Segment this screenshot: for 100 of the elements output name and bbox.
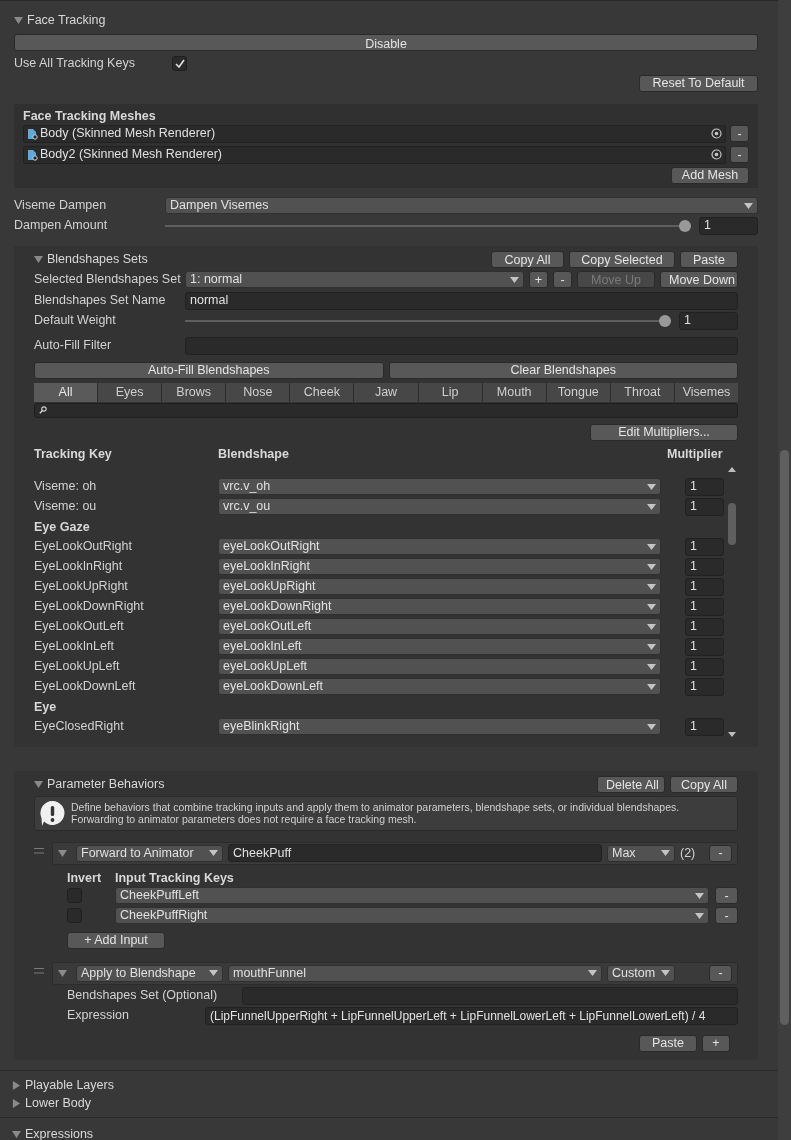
remove-button[interactable]: - xyxy=(709,964,732,982)
action-button[interactable]: Auto-Fill Blendshapes xyxy=(34,361,384,379)
toolbar-button[interactable]: Copy All xyxy=(670,776,738,794)
collapse-triangle-icon[interactable] xyxy=(12,1129,21,1139)
toolbar-button[interactable]: Delete All xyxy=(597,776,665,794)
object-field[interactable]: Body (Skinned Mesh Renderer) xyxy=(23,124,726,143)
mode-dropdown[interactable]: Apply to Blendshape xyxy=(76,964,223,982)
drag-handle-icon[interactable] xyxy=(34,847,44,854)
filter-tab[interactable]: Nose xyxy=(226,382,290,402)
slider-thumb[interactable] xyxy=(679,219,691,232)
tracking-key-dropdown[interactable]: CheekPuffRight xyxy=(115,907,709,925)
disable-button[interactable]: Disable xyxy=(14,33,758,51)
blendshape-dropdown[interactable]: vrc.v_oh xyxy=(218,478,661,496)
section-title[interactable]: Playable Layers xyxy=(25,1075,114,1095)
filter-tab[interactable]: All xyxy=(34,382,98,402)
collapse-triangle-icon[interactable] xyxy=(34,255,43,265)
blendshape-dropdown[interactable]: eyeLookInRight xyxy=(218,558,661,576)
filter-tab[interactable]: Eyes xyxy=(98,382,162,402)
dropdown[interactable]: 1: normal xyxy=(185,271,524,289)
blendshape-dropdown[interactable]: eyeLookUpRight xyxy=(218,578,661,596)
set-button[interactable]: Move Down xyxy=(660,271,738,289)
filter-tab[interactable]: Lip xyxy=(418,382,482,402)
scrollbar[interactable] xyxy=(778,0,791,1140)
collapse-triangle-icon[interactable] xyxy=(58,968,67,978)
multiplier-field[interactable]: 1 xyxy=(685,537,724,556)
multiplier-field[interactable]: 1 xyxy=(685,657,724,676)
tracking-key-dropdown[interactable]: CheekPuffLeft xyxy=(115,887,709,905)
multiplier-field[interactable]: 1 xyxy=(685,717,724,736)
object-field[interactable]: Body2 (Skinned Mesh Renderer) xyxy=(23,145,726,164)
expand-triangle-icon[interactable] xyxy=(12,1098,21,1108)
checkbox[interactable] xyxy=(172,56,187,72)
section-title[interactable]: Parameter Behaviors xyxy=(47,775,165,795)
parameter-field[interactable]: CheekPuff xyxy=(228,844,602,863)
blendshape-dropdown[interactable]: mouthFunnel xyxy=(228,964,602,982)
input-field[interactable]: normal xyxy=(185,291,738,310)
filter-tab[interactable]: Mouth xyxy=(482,382,546,402)
filter-tab[interactable]: Visemes xyxy=(674,382,739,402)
remove-button[interactable]: - xyxy=(730,125,749,143)
remove-button[interactable]: - xyxy=(730,146,749,164)
blendshape-dropdown[interactable]: eyeLookOutRight xyxy=(218,538,661,556)
blendshape-dropdown[interactable]: eyeLookUpLeft xyxy=(218,658,661,676)
combine-dropdown[interactable]: Max xyxy=(607,844,675,862)
target-icon[interactable] xyxy=(711,128,722,140)
number-field[interactable]: 1 xyxy=(679,311,738,330)
section-title[interactable]: Expressions xyxy=(25,1124,94,1140)
multiplier-field[interactable]: 1 xyxy=(685,597,724,616)
filter-tab[interactable]: Cheek xyxy=(290,382,354,402)
section-title[interactable]: Face Tracking xyxy=(27,11,106,30)
set-button[interactable]: + xyxy=(529,271,548,289)
blendshape-dropdown[interactable]: eyeLookInLeft xyxy=(218,638,661,656)
action-button[interactable]: Clear Blendshapes xyxy=(388,361,738,379)
add-input-button[interactable]: + Add Input xyxy=(67,931,165,949)
caret-icon xyxy=(647,503,656,510)
multiplier-field[interactable]: 1 xyxy=(685,497,724,516)
remove-button[interactable]: - xyxy=(715,907,738,925)
combine-dropdown[interactable]: Custom xyxy=(607,964,675,982)
multiplier-field[interactable]: 1 xyxy=(685,617,724,636)
add-mesh-button[interactable]: Add Mesh xyxy=(671,166,749,184)
footer-button[interactable]: Paste xyxy=(639,1034,697,1052)
blendshape-dropdown[interactable]: eyeLookDownLeft xyxy=(218,678,661,696)
blendshape-dropdown[interactable]: eyeBlinkRight xyxy=(218,718,661,736)
section-title[interactable]: Blendshapes Sets xyxy=(47,250,148,270)
multiplier-field[interactable]: 1 xyxy=(685,477,724,496)
slider[interactable] xyxy=(165,219,691,232)
mode-dropdown[interactable]: Forward to Animator xyxy=(76,844,223,862)
collapse-triangle-icon[interactable] xyxy=(14,15,23,25)
filter-tab[interactable]: Jaw xyxy=(354,382,418,402)
tracking-key: EyeLookOutLeft xyxy=(34,617,218,637)
collapse-triangle-icon[interactable] xyxy=(34,780,43,790)
number-field[interactable]: 1 xyxy=(699,216,758,235)
expand-triangle-icon[interactable] xyxy=(12,1080,21,1090)
filter-tab[interactable]: Throat xyxy=(610,382,674,402)
remove-button[interactable]: - xyxy=(709,844,732,862)
toolbar-button[interactable]: Paste xyxy=(680,251,738,269)
multiplier-field[interactable]: 1 xyxy=(685,557,724,576)
dropdown[interactable]: Dampen Visemes xyxy=(165,197,758,215)
filter-tab[interactable]: Brows xyxy=(162,382,226,402)
blendshape-dropdown[interactable]: eyeLookDownRight xyxy=(218,598,661,616)
tracking-key: EyeClosedRight xyxy=(34,717,218,737)
multiplier-field[interactable]: 1 xyxy=(685,577,724,596)
remove-button[interactable]: - xyxy=(715,887,738,905)
multiplier-field[interactable]: 1 xyxy=(685,677,724,696)
search-field[interactable] xyxy=(34,402,738,418)
reset-button[interactable]: Reset To Default xyxy=(639,74,758,92)
input-field[interactable]: (LipFunnelUpperRight + LipFunnelUpperLeft + LipFunnelLowerLeft + LipFunnelLowerLeft) / 4 xyxy=(205,1006,738,1025)
footer-button[interactable]: + xyxy=(702,1034,730,1052)
drag-handle-icon[interactable] xyxy=(34,967,44,974)
target-icon[interactable] xyxy=(711,149,722,161)
toolbar-button[interactable]: Copy Selected xyxy=(569,251,675,269)
slider[interactable] xyxy=(185,314,671,327)
slider-thumb[interactable] xyxy=(659,314,671,327)
filter-tab[interactable]: Tongue xyxy=(546,382,610,402)
set-button[interactable]: - xyxy=(553,271,572,289)
multiplier-field[interactable]: 1 xyxy=(685,637,724,656)
blendshape-dropdown[interactable]: eyeLookOutLeft xyxy=(218,618,661,636)
blendshape-dropdown[interactable]: vrc.v_ou xyxy=(218,498,661,516)
section-title[interactable]: Lower Body xyxy=(25,1093,91,1113)
toolbar-button[interactable]: Copy All xyxy=(491,251,564,269)
collapse-triangle-icon[interactable] xyxy=(58,848,67,858)
edit-multipliers-button[interactable]: Edit Multipliers... xyxy=(590,423,738,441)
